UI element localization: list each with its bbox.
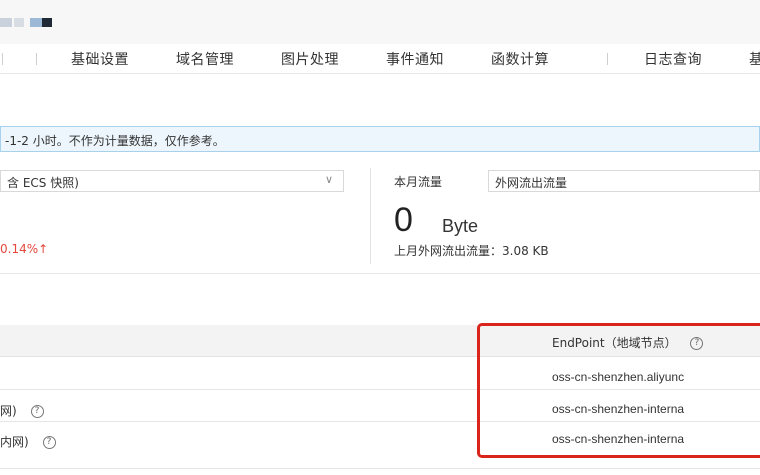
help-icon[interactable]: ?	[42, 436, 56, 449]
tab-image-processing[interactable]: 图片处理	[281, 49, 339, 69]
logo-block	[30, 18, 42, 27]
endpoint-header-label: EndPoint（地域节点）	[552, 336, 677, 350]
help-icon[interactable]: ?	[30, 405, 44, 418]
row-divider	[0, 468, 760, 469]
row-divider	[0, 389, 760, 390]
tab-divider	[2, 53, 3, 65]
tab-basic-settings[interactable]: 基础设置	[71, 49, 129, 69]
logo-block	[42, 18, 52, 27]
endpoint-value: oss-cn-shenzhen-interna	[552, 402, 685, 416]
stats-divider	[370, 168, 371, 264]
last-month-traffic: 上月外网流出流量：3.08 KB	[394, 244, 549, 258]
storage-type-select[interactable]: 含 ECS 快照) ∨	[0, 170, 344, 192]
tab-more[interactable]: 基	[749, 49, 760, 69]
logo-block	[0, 18, 12, 27]
info-notice: -1-2 小时。不作为计量数据，仅作参考。	[0, 126, 760, 152]
tab-log-query[interactable]: 日志查询	[644, 49, 702, 69]
traffic-unit: Byte	[442, 216, 479, 236]
tab-domain-management[interactable]: 域名管理	[176, 49, 234, 69]
help-icon[interactable]: ?	[690, 337, 704, 350]
row-label: 网) ?	[0, 402, 44, 419]
tab-event-notification[interactable]: 事件通知	[386, 49, 444, 69]
top-strip	[0, 0, 760, 44]
endpoint-value: oss-cn-shenzhen-interna	[552, 432, 685, 446]
notice-text: -1-2 小时。不作为计量数据，仅作参考。	[5, 134, 225, 148]
endpoint-value: oss-cn-shenzhen.aliyunc	[552, 370, 685, 384]
row-label: 内网) ?	[0, 433, 56, 450]
section-divider	[0, 273, 760, 274]
endpoint-column-header: EndPoint（地域节点） ?	[552, 334, 704, 351]
traffic-type-select[interactable]: 外网流出流量	[488, 170, 760, 192]
traffic-label: 本月流量	[394, 175, 443, 189]
tab-divider	[36, 53, 37, 65]
row-divider	[0, 421, 760, 422]
storage-stats: 含 ECS 快照) ∨ 0.14%↑	[0, 164, 360, 269]
traffic-stats: 本月流量 外网流出流量 0 Byte 上月外网流出流量：3.08 KB	[386, 164, 760, 269]
logo-block	[14, 18, 24, 27]
endpoint-table-header: EndPoint（地域节点） ?	[0, 325, 760, 357]
chevron-down-icon: ∨	[324, 173, 333, 186]
traffic-type-value: 外网流出流量	[495, 176, 568, 190]
storage-change-percent: 0.14%↑	[0, 242, 49, 256]
tab-bar: 基础设置 域名管理 图片处理 事件通知 函数计算 日志查询 基	[0, 44, 760, 74]
tab-function-compute[interactable]: 函数计算	[491, 49, 549, 69]
row-label-text: 内网)	[0, 435, 29, 449]
storage-type-value: 含 ECS 快照)	[7, 176, 79, 190]
tab-divider	[607, 53, 608, 65]
row-label-text: 网)	[0, 404, 17, 418]
traffic-value: 0	[394, 201, 413, 239]
